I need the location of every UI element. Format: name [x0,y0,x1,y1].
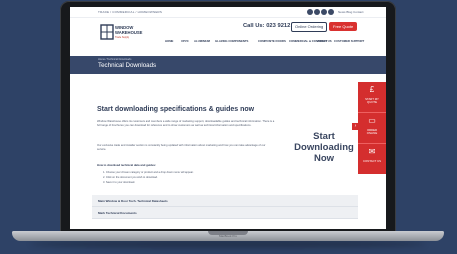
side-start-quote[interactable]: £ START MY QUOTE [358,82,386,113]
pound-icon: £ [369,85,375,94]
start-line-2: Downloading [294,142,354,153]
logo-line-2: WAREHOUSE [115,30,143,35]
laptop-label: MacBook Pro [218,234,237,238]
side-label-line: CONTACT US [363,159,381,163]
step-item: 1. Choose your chosen category or produc… [103,171,194,174]
window-logo-icon [100,24,114,40]
linkedin-icon[interactable] [321,9,327,15]
start-line-3: Now [313,153,335,164]
nav-upvc[interactable]: UPVC [181,39,189,43]
nav-support[interactable]: CUSTOMER SUPPORT [334,39,364,43]
side-order-online[interactable]: ▭ ORDER ONLINE [358,113,386,144]
facebook-icon[interactable] [307,9,313,15]
trade-paragraph: Our exclusive trade and installer sectio… [97,144,266,151]
side-tabs: £ START MY QUOTE ▭ ORDER ONLINE ✉ CONTAC… [358,82,386,174]
start-downloading-graphic: Start Downloading Now [290,128,358,170]
side-label: CONTACT US [358,159,386,163]
free-quote-button[interactable]: Free Quote [329,22,358,31]
accordion-main-datasheets[interactable]: Main Window & Door Tech. Technical Datas… [92,195,358,207]
howto-heading: How to download technical data and guide… [97,163,157,167]
logo[interactable]: WINDOW WAREHOUSE Trade Supply [100,24,150,46]
youtube-icon[interactable] [328,9,334,15]
side-contact-us[interactable]: ✉ CONTACT US [358,144,386,174]
step-item: 2. Click on the document you wish to dow… [103,176,158,179]
accordion-label: Main Window & Door Tech. Technical Datas… [98,199,168,203]
laptop-screen: TRADE / COMMERCIAL / HOMEOWNERS News Blo… [70,7,386,229]
nav-about[interactable]: ABOUT US [317,39,332,43]
side-collapse-icon[interactable]: › [352,123,359,130]
laptop-shadow [30,240,426,248]
side-label-line: ONLINE [366,131,378,136]
side-label: START MY QUOTE [358,97,386,105]
top-bar: TRADE / COMMERCIAL / HOMEOWNERS News Blo… [70,7,386,18]
nav-composite[interactable]: COMPOSITE DOORS [258,39,286,43]
breadcrumb[interactable]: Home / Technical Downloads [98,58,131,61]
intro-paragraph: Window Warehouse offers its customers an… [97,120,275,127]
nav-glazing[interactable]: GLAZING COMPONENTS [215,39,248,43]
logo-tagline: Trade Supply [115,36,130,39]
top-links[interactable]: News Blog Contact [338,10,364,14]
main-nav: HOME UPVC ALUMINIUM GLAZING COMPONENTS C… [165,39,380,51]
nav-aluminium[interactable]: ALUMINIUM [194,39,210,43]
accordion-mark-documents[interactable]: Mark Technical Documents [92,207,358,219]
side-label-line: QUOTE [367,100,377,105]
step-item: 3. Save it to your download. [103,181,136,184]
start-line-1: Start [313,131,335,142]
nav-home[interactable]: HOME [165,39,173,43]
page-banner: Home / Technical Downloads Technical Dow… [70,56,386,74]
twitter-icon[interactable] [314,9,320,15]
main-heading: Start downloading specifications & guide… [97,106,255,113]
page-title: Technical Downloads [98,62,157,69]
online-ordering-button[interactable]: Online Ordering [291,22,328,32]
side-label: ORDER ONLINE [358,128,386,136]
accordion-label: Mark Technical Documents [98,211,137,215]
laptop-icon: ▭ [368,116,376,125]
envelope-icon: ✉ [368,147,376,156]
audience-links[interactable]: TRADE / COMMERCIAL / HOMEOWNERS [98,10,162,14]
